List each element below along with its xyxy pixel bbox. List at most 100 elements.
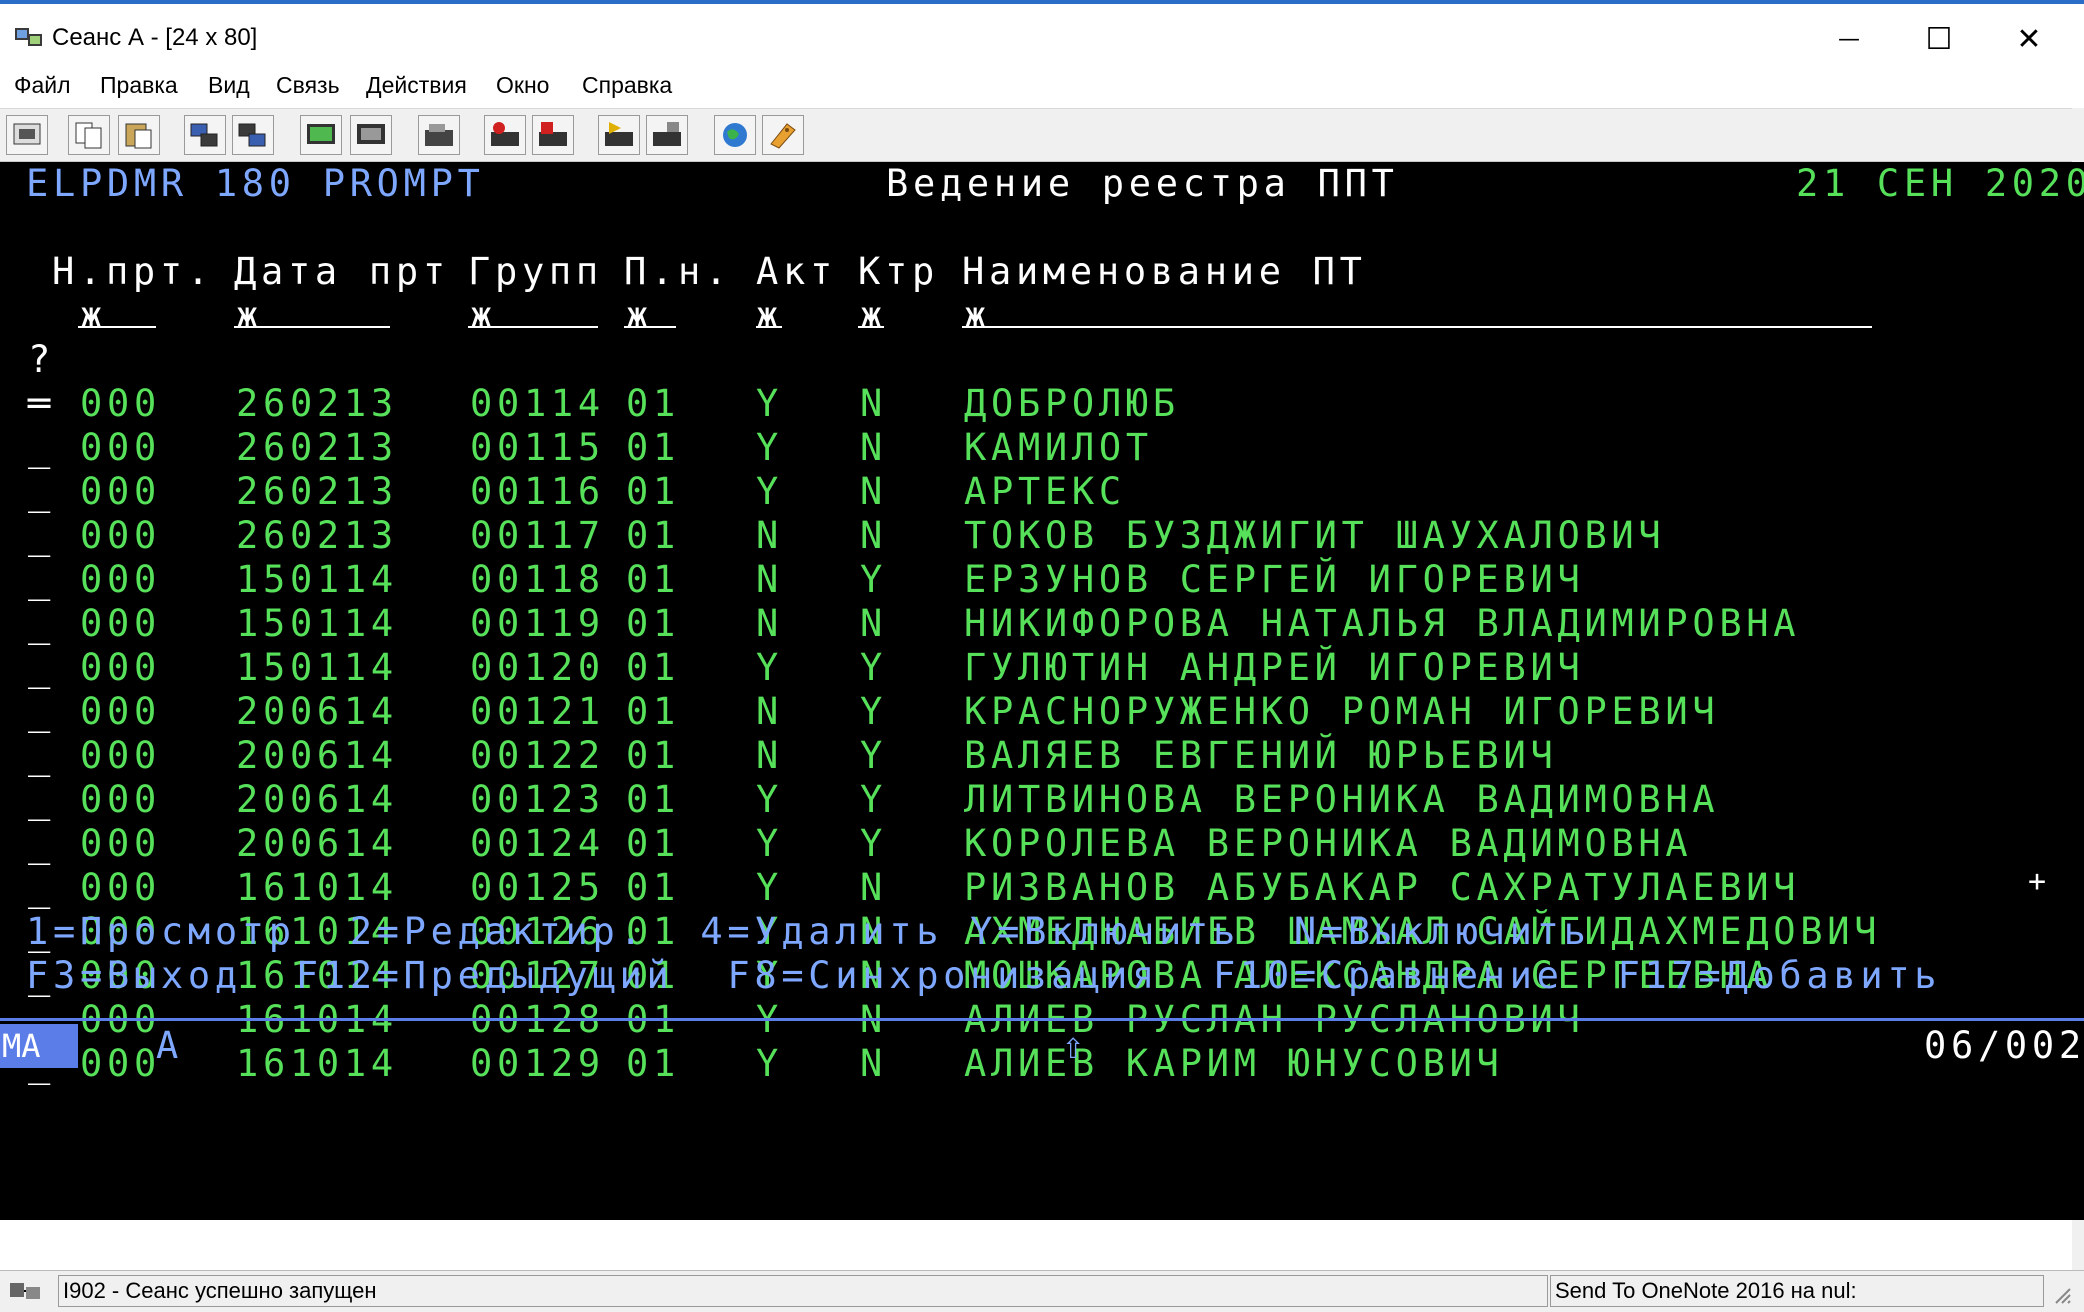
maximize-button[interactable]: ☐: [1894, 14, 1984, 64]
send-button[interactable]: [184, 115, 226, 155]
row-pn: 01: [626, 382, 680, 425]
row-select-field[interactable]: _: [28, 602, 55, 646]
row-select-field[interactable]: _: [28, 866, 55, 910]
prompt-field[interactable]: ?: [28, 338, 55, 382]
print-screen-icon: [13, 123, 41, 145]
row-group: 00117: [470, 514, 605, 557]
row-prt: 000: [80, 734, 161, 777]
row-ctr: Y: [860, 778, 887, 821]
row-date: 150114: [236, 602, 398, 645]
row-prt: 000: [80, 646, 161, 689]
screen-title: Ведение реестра ППТ: [886, 162, 1399, 205]
filter-mark: ж: [626, 294, 653, 337]
col-header-group: Групп: [468, 250, 603, 293]
row-ctr: N: [860, 426, 887, 469]
menu-file[interactable]: Файл: [14, 72, 71, 99]
row-act: Y: [756, 382, 783, 425]
row-pn: 01: [626, 470, 680, 513]
display-button[interactable]: [300, 115, 342, 155]
row-group: 00118: [470, 558, 605, 601]
row-prt: 000: [80, 514, 161, 557]
row-ctr: N: [860, 602, 887, 645]
row-act: Y: [756, 646, 783, 689]
paste-button[interactable]: [118, 115, 160, 155]
row-pn: 01: [626, 602, 680, 645]
menu-help[interactable]: Справка: [582, 72, 672, 99]
filter-mark: ж: [964, 294, 991, 337]
menu-window[interactable]: Окно: [496, 72, 549, 99]
row-prt: 000: [80, 558, 161, 601]
row-select-field[interactable]: _: [28, 734, 55, 778]
copy-button[interactable]: [68, 115, 110, 155]
row-pn: 01: [626, 558, 680, 601]
stop-macro-button[interactable]: [532, 115, 574, 155]
window-title: Сеанс А - [24 x 80]: [52, 24, 258, 51]
row-name: КРАСНОРУЖЕНКО РОМАН ИГОРЕВИЧ: [964, 690, 1720, 733]
settings-button[interactable]: [762, 115, 804, 155]
receive-button[interactable]: [232, 115, 274, 155]
row-name: ЕРЗУНОВ СЕРГЕЙ ИГОРЕВИЧ: [964, 558, 1585, 601]
oia-session: A: [156, 1024, 183, 1067]
row-select-field[interactable]: _: [28, 690, 55, 734]
row-ctr: Y: [860, 734, 887, 777]
col-header-name: Наименование ПТ: [962, 250, 1367, 293]
row-pn: 01: [626, 690, 680, 733]
close-button[interactable]: ✕: [1984, 14, 2074, 64]
resize-grip-icon[interactable]: [2052, 1285, 2072, 1305]
transfer-icon: [653, 122, 681, 146]
row-group: 00123: [470, 778, 605, 821]
row-select-field[interactable]: _: [28, 646, 55, 690]
filter-mark: ж: [236, 294, 263, 337]
row-select-field[interactable]: _: [28, 426, 55, 470]
row-act: N: [756, 734, 783, 777]
row-group: 00114: [470, 382, 605, 425]
receive-icon: [238, 123, 266, 147]
filter-underline: [78, 326, 156, 328]
filter-mark: ж: [80, 294, 107, 337]
menu-actions[interactable]: Действия: [366, 72, 467, 99]
row-prt: 000: [80, 470, 161, 513]
minimize-button[interactable]: —: [1804, 14, 1894, 64]
macro-button[interactable]: [418, 115, 460, 155]
menu-communication[interactable]: Связь: [276, 72, 340, 99]
filter-underline: [468, 326, 598, 328]
row-ctr: N: [860, 382, 887, 425]
row-prt: 000: [80, 426, 161, 469]
status-bar: I902 - Сеанс успешно запущен Send To One…: [0, 1270, 2084, 1312]
row-date: 200614: [236, 734, 398, 777]
row-pn: 01: [626, 646, 680, 689]
copy-icon: [75, 122, 102, 149]
row-ctr: Y: [860, 690, 887, 733]
row-select-field[interactable]: _: [28, 822, 55, 866]
row-act: N: [756, 558, 783, 601]
row-pn: 01: [626, 734, 680, 777]
status-message: I902 - Сеанс успешно запущен: [58, 1275, 1548, 1307]
row-select-field[interactable]: _: [28, 558, 55, 602]
row-prt: 000: [80, 382, 161, 425]
filter-underline: [962, 326, 1872, 328]
row-date: 260213: [236, 514, 398, 557]
filter-underline: [234, 326, 390, 328]
row-name: ТОКОВ БУЗДЖИГИТ ШАУХАЛОВИЧ: [964, 514, 1666, 557]
play-macro-button[interactable]: [598, 115, 640, 155]
menu-edit[interactable]: Правка: [100, 72, 178, 99]
record-macro-button[interactable]: [484, 115, 526, 155]
row-name: КОРОЛЕВА ВЕРОНИКА ВАДИМОВНА: [964, 822, 1693, 865]
print-screen-button[interactable]: [6, 115, 48, 155]
terminal-screen[interactable]: ELPDMR 180 PROMPT Ведение реестра ППТ 21…: [0, 162, 2084, 1220]
row-select-field[interactable]: ═: [28, 382, 55, 426]
row-select-field[interactable]: _: [28, 514, 55, 558]
col-header-prt: Н.прт.: [52, 250, 214, 293]
menu-view[interactable]: Вид: [208, 72, 250, 99]
keyboard-map-button[interactable]: [350, 115, 392, 155]
terminal-app-icon[interactable]: [14, 26, 44, 50]
row-name: ЛИТВИНОВА ВЕРОНИКА ВАДИМОВНА: [964, 778, 1720, 821]
web-button[interactable]: [714, 115, 756, 155]
connection-status-icon: [8, 1277, 44, 1305]
row-name: РИЗВАНОВ АБУБАКАР САХРАТУЛАЕВИЧ: [964, 866, 1801, 909]
filter-mark: ж: [860, 294, 887, 337]
row-date: 260213: [236, 382, 398, 425]
row-select-field[interactable]: _: [28, 470, 55, 514]
transfer-button[interactable]: [646, 115, 688, 155]
row-select-field[interactable]: _: [28, 778, 55, 822]
